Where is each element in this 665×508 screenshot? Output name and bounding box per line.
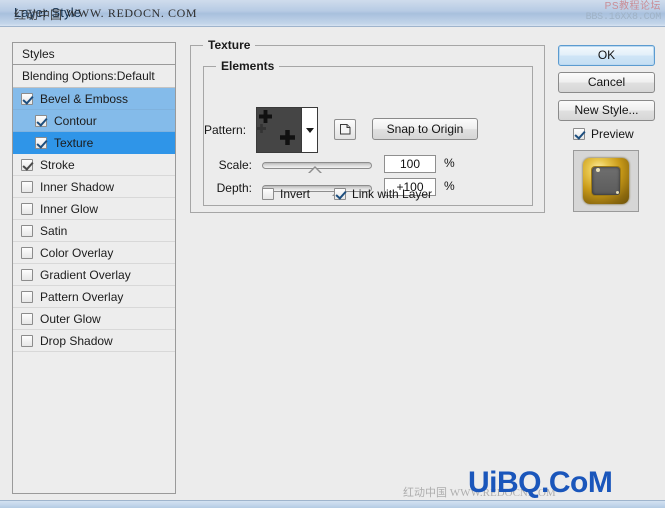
pattern-swatch[interactable] (257, 108, 302, 152)
new-style-button[interactable]: New Style... (558, 100, 655, 121)
style-enable-checkbox[interactable] (35, 114, 47, 127)
pattern-label: Pattern: (204, 123, 247, 137)
style-enable-checkbox[interactable] (35, 136, 47, 149)
sidebar-item-blending-options[interactable]: Blending Options:Default (13, 65, 175, 88)
watermark-top-right-url: BBS.16XX8.COM (585, 12, 662, 23)
pattern-plus-shape-3 (257, 124, 266, 133)
highlight-dot-1 (596, 168, 600, 172)
invert-checkbox-item[interactable]: Invert (262, 187, 310, 201)
style-enable-checkbox[interactable] (21, 334, 33, 347)
pattern-plus-shape-2 (280, 130, 295, 145)
sidebar-item-label: Inner Glow (40, 201, 99, 216)
preview-label: Preview (591, 127, 634, 141)
scale-slider-row: Scale: 100 % (204, 155, 532, 175)
watermark-top-right-cn: PS教程论坛 (604, 1, 661, 12)
title-bar: Layer Style 红动中国 WWW. REDOCN. COM PS教程论坛… (0, 0, 665, 27)
texture-group-box: Texture Elements Pattern: Snap to Origin… (190, 38, 545, 213)
style-preview-thumbnail (573, 150, 639, 212)
link-with-layer-checkbox-item[interactable]: Link with Layer (334, 187, 432, 201)
invert-label: Invert (280, 187, 311, 201)
style-enable-checkbox[interactable] (21, 224, 33, 237)
pattern-plus-shape-1 (259, 110, 272, 123)
texture-group-title: Texture (203, 38, 256, 52)
ok-button[interactable]: OK (558, 45, 655, 66)
highlight-dot-2 (616, 191, 619, 194)
sidebar-item-inner-shadow[interactable]: Inner Shadow (13, 176, 175, 198)
gold-frame-preview (583, 158, 629, 204)
sidebar-item-label: Texture (54, 135, 94, 150)
texture-options-row: Invert Link with Layer (262, 187, 432, 201)
sidebar-item-color-overlay[interactable]: Color Overlay (13, 242, 175, 264)
sidebar-item-label: Contour (54, 113, 97, 128)
watermark-top-right: PS教程论坛 BBS.16XX8.COM (585, 1, 662, 23)
styles-list: Bevel & Emboss Contour Texture Stroke Inner … (13, 88, 175, 352)
watermark-title-url: WWW. REDOCN. COM (66, 6, 198, 20)
cancel-button[interactable]: Cancel (558, 72, 655, 93)
style-enable-checkbox[interactable] (21, 312, 33, 325)
window-bottom-strip (0, 500, 665, 508)
depth-unit: % (444, 179, 455, 193)
sidebar-item-inner-glow[interactable]: Inner Glow (13, 198, 175, 220)
scale-value-input[interactable]: 100 (384, 155, 436, 173)
snap-to-origin-button[interactable]: Snap to Origin (372, 118, 478, 140)
sidebar-item-stroke[interactable]: Stroke (13, 154, 175, 176)
sidebar-item-contour[interactable]: Contour (13, 110, 175, 132)
sidebar-item-label: Satin (40, 223, 68, 238)
page-corner-icon (339, 124, 350, 135)
style-enable-checkbox[interactable] (21, 92, 33, 105)
sidebar-item-pattern-overlay[interactable]: Pattern Overlay (13, 286, 175, 308)
depth-label: Depth: (216, 181, 252, 195)
style-enable-checkbox[interactable] (21, 290, 33, 303)
sidebar-item-label: Drop Shadow (40, 333, 113, 348)
sidebar-item-drop-shadow[interactable]: Drop Shadow (13, 330, 175, 352)
pattern-row: Pattern: Snap to Origin (204, 107, 532, 153)
style-enable-checkbox[interactable] (21, 202, 33, 215)
scale-unit: % (444, 156, 455, 170)
styles-panel: Styles Blending Options:Default Bevel & … (12, 42, 176, 494)
sidebar-item-satin[interactable]: Satin (13, 220, 175, 242)
sidebar-item-label: Gradient Overlay (40, 267, 131, 282)
link-with-layer-label: Link with Layer (352, 187, 433, 201)
sidebar-item-label: Bevel & Emboss (40, 91, 129, 106)
sidebar-item-label: Outer Glow (40, 311, 101, 326)
preview-checkbox-item[interactable]: Preview (573, 127, 634, 141)
sidebar-item-label: Inner Shadow (40, 179, 115, 194)
style-enable-checkbox[interactable] (21, 180, 33, 193)
scale-label: Scale: (218, 158, 252, 172)
link-with-layer-checkbox[interactable] (334, 188, 347, 200)
layer-style-dialog: Layer Style 红动中国 WWW. REDOCN. COM PS教程论坛… (0, 0, 665, 508)
sidebar-item-bevel-emboss[interactable]: Bevel & Emboss (13, 88, 175, 110)
styles-panel-header: Styles (13, 43, 175, 65)
sidebar-item-gradient-overlay[interactable]: Gradient Overlay (13, 264, 175, 286)
sidebar-item-outer-glow[interactable]: Outer Glow (13, 308, 175, 330)
style-enable-checkbox[interactable] (21, 268, 33, 281)
sidebar-item-label: Pattern Overlay (40, 289, 124, 304)
preview-checkbox[interactable] (573, 128, 585, 140)
scale-slider-track[interactable] (262, 162, 372, 173)
elements-group-title: Elements (216, 59, 280, 73)
style-enable-checkbox[interactable] (21, 246, 33, 259)
sidebar-item-label: Color Overlay (40, 245, 114, 260)
sidebar-item-texture[interactable]: Texture (13, 132, 175, 154)
new-preset-icon-button[interactable] (334, 119, 356, 140)
elements-group-box: Elements Pattern: Snap to Origin Scale: … (203, 59, 533, 206)
chevron-down-icon[interactable] (302, 108, 317, 152)
pattern-picker[interactable] (256, 107, 318, 153)
watermark-bottom-blue: UiBQ.CoM (468, 466, 613, 499)
watermark-title-cn: 红动中国 (14, 8, 63, 22)
style-enable-checkbox[interactable] (21, 158, 33, 171)
sidebar-item-label: Stroke (40, 157, 75, 172)
invert-checkbox[interactable] (262, 188, 274, 200)
